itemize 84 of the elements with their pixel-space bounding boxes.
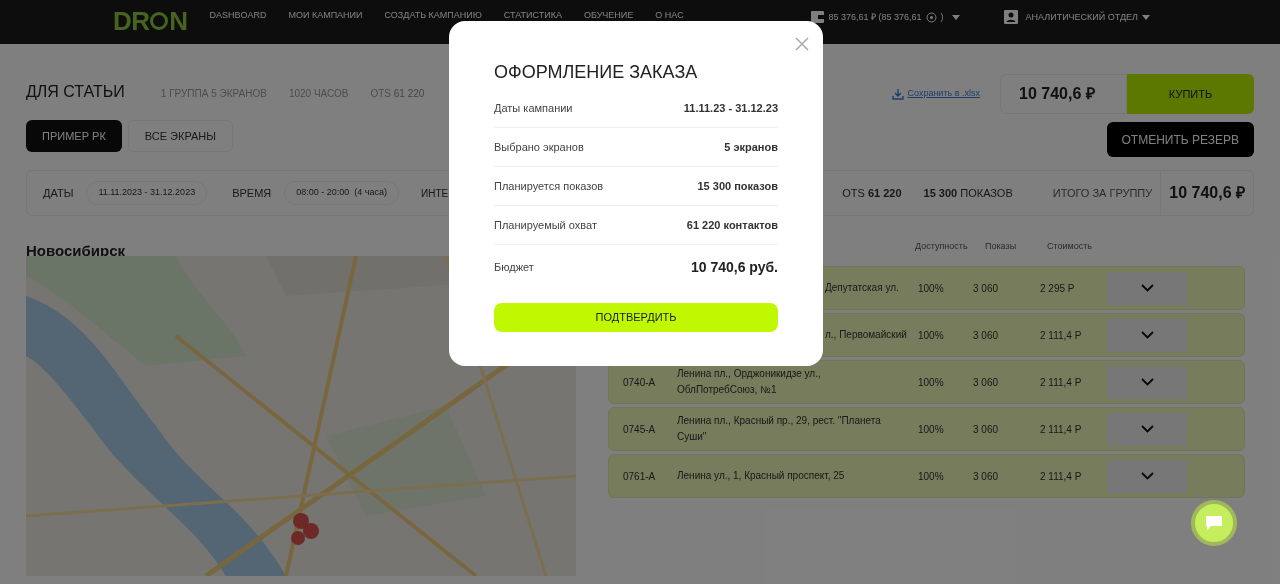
tab[interactable]: ПРИМЕР РК (26, 120, 122, 152)
nav-link[interactable]: СОЗДАТЬ КАМПАНИЮ (384, 10, 482, 21)
shows-cell-text: 3 060 (973, 469, 1000, 484)
chat-button[interactable] (1191, 500, 1237, 546)
ots-stat: OTS 61 220 (842, 185, 902, 201)
column-header: Стоимость (1047, 240, 1093, 253)
close-button[interactable] (795, 37, 809, 51)
expand-button[interactable] (1107, 459, 1187, 493)
summary-label: Планируемый охват (494, 217, 597, 233)
logo[interactable]: DR N (113, 7, 188, 35)
screen-address: л., Первомайский (824, 328, 905, 342)
chevron-icon (1140, 378, 1154, 386)
balance-text: 85 376,61 ₽ (85 376,61 (828, 11, 922, 23)
availability-cell-text: 100% (917, 375, 945, 390)
close-icon (795, 37, 809, 51)
nav-link[interactable]: О НАС (655, 10, 684, 21)
availability-cell-text: 100% (917, 469, 945, 484)
chat-icon (1205, 515, 1223, 531)
tab[interactable]: ВСЕ ЭКРАНЫ (127, 120, 234, 152)
confirm-button[interactable]: ПОДТВЕРДИТЬ (494, 303, 778, 332)
expand-button[interactable] (1107, 365, 1187, 399)
group-total-label: ИТОГО ЗА ГРУППУ (1052, 185, 1153, 201)
filter-label: ДАТЫ (43, 185, 74, 201)
caret-icon (951, 14, 960, 20)
chevron-icon (1140, 472, 1154, 480)
cost-cell-text: 2 111,4 Р (1039, 328, 1083, 343)
column-header: Доступность (915, 240, 969, 253)
availability-cell-text: 100% (917, 281, 945, 296)
filter-label: ВРЕМЯ (232, 185, 272, 201)
save-link[interactable]: Сохранить в .xlsx (907, 87, 980, 101)
screen-address: Ленина ул., 1, Красный проспект, 25 (677, 469, 846, 483)
summary-value: 15 300 показов (697, 178, 778, 194)
campaign-title: ДЛЯ СТАТЬИ (26, 82, 125, 102)
shows-cell-text: 3 060 (973, 281, 1000, 296)
account-menu[interactable]: АНАЛИТИЧЕСКИЙ ОТДЕЛ (1025, 11, 1138, 23)
expand-button[interactable] (1107, 318, 1187, 352)
screen-row[interactable]: 0745-А Ленина пл., Красный пр., 29, рест. "Планета Суши" 100% 3 060 2 111,4 Р (608, 407, 1245, 451)
user-icon (1003, 10, 1018, 24)
filter-label: ИНТЕ (421, 186, 449, 201)
nav-link[interactable]: МОИ КАМПАНИИ (288, 10, 363, 21)
screen-row[interactable]: 0761-А Ленина ул., 1, Красный проспект, 25 100% 3 060 2 111,4 Р (608, 454, 1245, 498)
cost-cell-text: 2 295 Р (1039, 281, 1076, 296)
screen-code: 0761-А (622, 469, 657, 484)
shows-cell-text: 3 060 (973, 375, 1000, 390)
cost-cell-text: 2 111,4 Р (1039, 422, 1083, 437)
chevron-icon (1140, 425, 1154, 433)
screen-code: 0740-А (622, 375, 657, 390)
summary-label: Выбрано экранов (494, 139, 584, 155)
summary-value: 61 220 контактов (686, 217, 778, 233)
balance-text: ) (940, 11, 944, 23)
summary-value: 5 экранов (724, 139, 778, 155)
column-header: Показы (985, 240, 1018, 253)
cancel-reserve-button[interactable]: ОТМЕНИТЬ РЕЗЕРВ (1106, 122, 1254, 157)
group-total: 10 740,6 ₽ (1160, 171, 1253, 215)
dialog-title: ОФОРМЛЕНИЕ ЗАКАЗА (494, 61, 699, 83)
total-field: 10 740,6 ₽ (1000, 74, 1127, 114)
caret-icon (1142, 14, 1150, 20)
shows-cell-text: 3 060 (973, 422, 1000, 437)
summary-label: Планируется показов (494, 178, 604, 194)
screen-address: Депутатская ул. (824, 281, 900, 295)
expand-button[interactable] (1107, 412, 1187, 446)
cost-cell-text: 2 111,4 Р (1039, 469, 1083, 484)
cost-cell-text: 2 111,4 Р (1039, 375, 1083, 390)
expand-button[interactable] (1107, 271, 1187, 305)
nav-link[interactable]: ОБУЧЕНИЕ (583, 10, 634, 21)
screen-code: 0745-А (622, 422, 657, 437)
shows-cell-text: 3 060 (973, 328, 1000, 343)
shows-stat: 15 300 ПОКАЗОВ (923, 185, 1013, 201)
availability-cell-text: 100% (917, 422, 945, 437)
nav-link[interactable]: DASHBOARD (209, 10, 267, 21)
eye-icon (925, 11, 937, 23)
availability-cell-text: 100% (917, 328, 945, 343)
screen-address: Ленина пл., Орджоникидзе ул., ОблПотребСоюз, №1 (677, 367, 822, 397)
buy-button[interactable]: КУПИТЬ (1127, 74, 1254, 114)
summary-value: 11.11.23 - 31.12.23 (683, 100, 778, 116)
chevron-icon (1140, 284, 1154, 292)
screen-row[interactable]: 0740-А Ленина пл., Орджоникидзе ул., ОблПотребСоюз, №1 100% 3 060 2 111,4 Р (608, 360, 1245, 404)
nav-link[interactable]: СТАТИСТИКА (503, 10, 562, 21)
summary-label: Даты кампании (494, 100, 573, 116)
download-icon (892, 88, 905, 100)
chevron-icon (1140, 331, 1154, 339)
summary-label: Бюджет (494, 259, 534, 275)
city-heading: Новосибирск (26, 241, 127, 260)
screen-address: Ленина пл., Красный пр., 29, рест. "Планета Суши" (677, 414, 882, 444)
